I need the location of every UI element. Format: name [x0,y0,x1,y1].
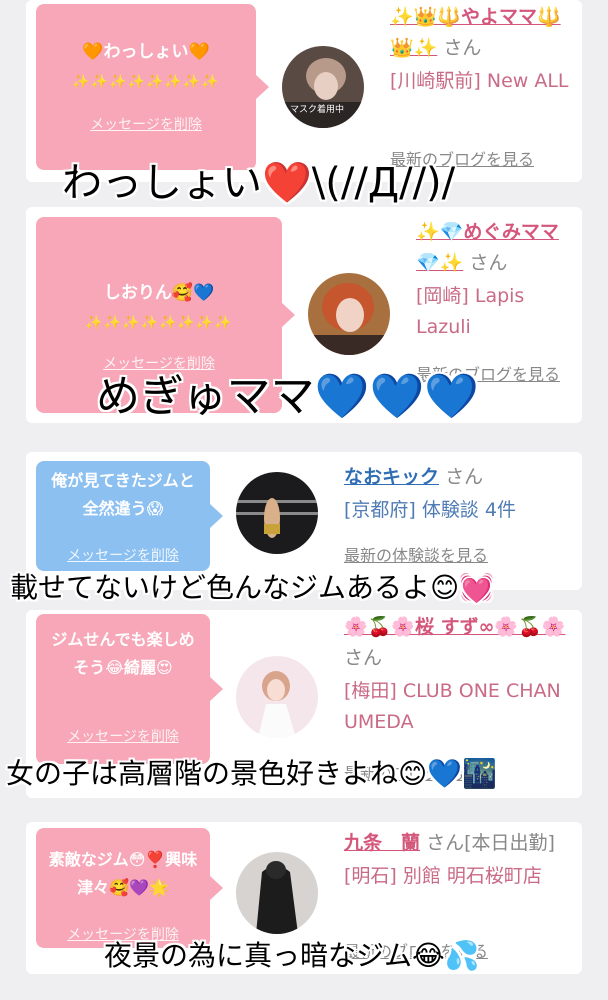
profile-name-link[interactable]: なおキック [344,466,439,488]
honorific: さん [469,252,508,274]
profile-info: 九条 蘭 さん[本日出勤] [明石] 別館 明石桜町店 [344,828,576,892]
location-text: [岡崎] Lapis Lazuli [416,285,525,338]
message-bubble: 🧡わっしょい🧡 ✨✨✨✨✨✨✨✨ メッセージを削除 [36,4,269,170]
message-text: ジムせんでも楽しめそう😂綺麗😍 [51,630,195,677]
location-text: [梅田] CLUB ONE CHAN UMEDA [344,680,561,733]
delete-message-link[interactable]: メッセージを削除 [36,545,210,565]
message-text: しおりん🥰💙 [103,283,215,303]
avatar[interactable]: マスク着用中 [282,46,364,128]
profile-info: ✨👑🔱やよママ🔱👑✨ さん [川崎駅前] New ALL [390,2,576,97]
overlay-caption: 載せてないけど色んなジムあるよ😊💓 [10,571,495,604]
message-text: 🧡わっしょい🧡 [82,42,210,62]
overlay-caption: めぎゅママ💙💙💙 [96,371,480,422]
location-text: [川崎駅前] New ALL [390,70,569,92]
message-bubble: 俺が見てきたジムと全然違う😱 メッセージを削除 [36,461,223,571]
avatar[interactable] [236,852,318,934]
overlay-caption: 夜景の為に真っ暗なジム😂💦 [104,939,480,972]
profile-info: ✨💎めぐみママ💎✨ さん [岡崎] Lapis Lazuli [416,217,576,343]
profile-info: 🌸🍒🌸桜 すず∞🌸🍒🌸 さん [梅田] CLUB ONE CHAN UMEDA [344,612,576,738]
location-text: [京都府] 体験談 4件 [344,499,516,521]
avatar[interactable] [308,273,390,355]
delete-message-link[interactable]: メッセージを削除 [36,726,210,746]
avatar[interactable] [236,656,318,738]
profile-name-link[interactable]: 九条 蘭 [344,832,420,854]
honorific: さん [344,647,383,669]
sparkles-text: ✨✨✨✨✨✨✨✨ [72,74,220,90]
message-bubble: 素敵なジム😳❣️興味津々🥰💜🌟 メッセージを削除 [36,828,223,948]
profile-name-link[interactable]: 🌸🍒🌸桜 すず∞🌸🍒🌸 [344,616,565,638]
avatar[interactable] [236,472,318,554]
sparkles-text: ✨✨✨✨✨✨✨✨ [85,315,233,331]
message-text: 素敵なジム😳❣️興味津々🥰💜🌟 [48,850,198,897]
message-bubble: ジムせんでも楽しめそう😂綺麗😍 メッセージを削除 [36,614,223,764]
honorific: さん [445,466,484,488]
profile-info: なおキック さん [京都府] 体験談 4件 [344,462,576,526]
message-text: 俺が見てきたジムと全然違う😱 [51,471,195,518]
overlay-caption: 女の子は高層階の景色好きよね😊💙🌃 [6,757,497,790]
honorific: さん [443,37,482,59]
overlay-caption: わっしょい❤️\(//Д//)/ [62,160,456,206]
delete-message-link[interactable]: メッセージを削除 [36,114,256,134]
avatar-caption: マスク着用中 [290,105,345,115]
location-text: [明石] 別館 明石桜町店 [344,865,542,887]
latest-review-link[interactable]: 最新の体験談を見る [344,542,488,566]
honorific: さん[本日出勤] [426,832,555,854]
